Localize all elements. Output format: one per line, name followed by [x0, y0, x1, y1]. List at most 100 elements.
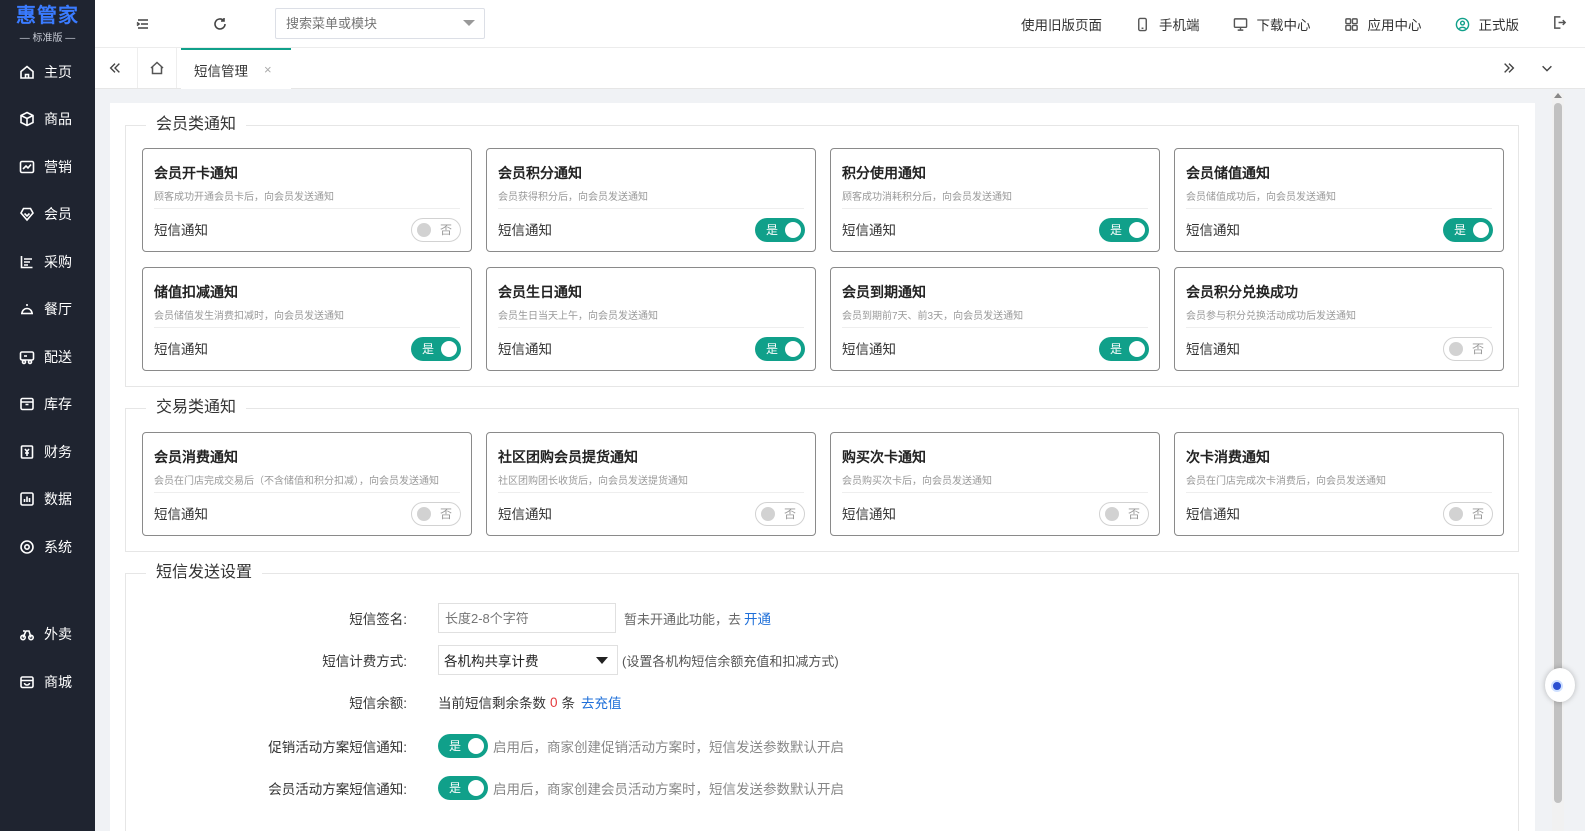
sidebar-item-system[interactable]: 系统 — [0, 523, 95, 571]
card-title: 会员开卡通知 — [154, 165, 238, 181]
promo-label: 促销活动方案短信通知: — [268, 740, 407, 755]
billing-control: 各机构共享计费 (设置各机构短信余额充值和扣减方式) — [438, 645, 839, 675]
card-title: 会员到期通知 — [842, 284, 926, 300]
sidebar-item-purchase[interactable]: 采购 — [0, 238, 95, 286]
scroll-up-arrow-icon[interactable] — [1554, 93, 1562, 98]
user-avatar-icon — [1455, 17, 1469, 31]
vertical-scrollbar[interactable] — [1552, 93, 1564, 831]
app-center-link[interactable]: 应用中心 — [1344, 14, 1422, 34]
finance-icon — [19, 444, 35, 460]
section-title: 会员类通知 — [156, 116, 237, 133]
sidebar-item-marketing[interactable]: 营销 — [0, 143, 95, 191]
notify-card: 会员储值通知 会员储值成功后，向会员发送通知 短信通知 是 — [1174, 148, 1504, 252]
sms-toggle[interactable]: 否 — [1443, 502, 1493, 526]
user-menu[interactable]: 正式版 — [1455, 14, 1519, 34]
card-divider — [1186, 327, 1492, 328]
sidebar-item-finance[interactable]: 财务 — [0, 428, 95, 476]
sidebar-item-takeout[interactable]: 外卖 — [0, 611, 95, 659]
card-divider — [842, 492, 1148, 493]
logo[interactable]: 惠管家 — 标准版 — — [0, 0, 95, 48]
sms-toggle[interactable]: 是 — [1443, 218, 1493, 242]
card-label: 短信通知 — [842, 223, 896, 238]
sms-toggle[interactable]: 否 — [411, 502, 461, 526]
logout-icon — [1554, 16, 1567, 29]
toggle-knob — [441, 341, 457, 357]
card-divider — [154, 492, 460, 493]
member-activity-sms-toggle[interactable]: 是 — [438, 776, 488, 800]
sms-toggle[interactable]: 否 — [411, 218, 461, 242]
billing-select[interactable]: 各机构共享计费 — [438, 645, 618, 675]
menu-toggle-icon[interactable] — [133, 14, 153, 34]
download-center-link[interactable]: 下载中心 — [1233, 14, 1311, 34]
old-version-link[interactable]: 使用旧版页面 — [1021, 14, 1102, 34]
sidebar-item-mall[interactable]: 商城 — [0, 658, 95, 706]
logout-button[interactable] — [1552, 15, 1567, 33]
balance-control: 当前短信剩余条数 0 条 去充值 — [438, 692, 622, 712]
toggle-knob — [1129, 341, 1145, 357]
card-divider — [498, 208, 804, 209]
activate-link[interactable]: 开通 — [744, 608, 771, 628]
sidebar-item-label: 数据 — [44, 491, 72, 508]
sidebar-item-data[interactable]: 数据 — [0, 476, 95, 524]
sidebar-item-home[interactable]: 主页 — [0, 48, 95, 96]
recharge-link[interactable]: 去充值 — [581, 692, 622, 712]
mobile-link[interactable]: 手机端 — [1135, 14, 1200, 34]
toggle-knob — [785, 341, 801, 357]
toggle-knob — [1129, 222, 1145, 238]
sidebar-item-goods[interactable]: 商品 — [0, 96, 95, 144]
sms-toggle[interactable]: 否 — [1099, 502, 1149, 526]
card-divider — [1186, 208, 1492, 209]
card-divider — [1186, 492, 1492, 493]
toggle-knob — [785, 222, 801, 238]
search-dropdown-arrow-icon[interactable] — [463, 20, 475, 26]
purchase-icon — [19, 254, 35, 270]
card-description: 会员参与积分兑换活动成功后发送通知 — [1186, 311, 1356, 322]
sms-toggle[interactable]: 是 — [1099, 218, 1149, 242]
sms-toggle[interactable]: 是 — [755, 218, 805, 242]
sms-toggle[interactable]: 是 — [411, 337, 461, 361]
card-title: 社区团购会员提货通知 — [498, 449, 638, 465]
top-bar: 使用旧版页面 手机端 下载中心 应用中心 正式版 — [95, 0, 1585, 48]
tab-home[interactable] — [137, 48, 177, 88]
notify-card: 购买次卡通知 会员购买次卡后，向会员发送通知 短信通知 否 — [830, 432, 1160, 536]
close-icon[interactable]: × — [264, 62, 272, 77]
sidebar-item-member[interactable]: 会员 — [0, 191, 95, 239]
sidebar-item-label: 商城 — [44, 673, 72, 690]
tabs-scroll-left-icon[interactable] — [95, 48, 135, 88]
refresh-icon[interactable] — [210, 14, 230, 34]
top-links: 使用旧版页面 手机端 下载中心 应用中心 正式版 — [1021, 0, 1585, 48]
chart-icon — [19, 159, 35, 175]
sms-toggle[interactable]: 否 — [755, 502, 805, 526]
tabs-menu-chevron-down-icon[interactable] — [1527, 48, 1567, 88]
sidebar-item-delivery[interactable]: 配送 — [0, 333, 95, 381]
inventory-icon — [19, 396, 35, 412]
dining-icon — [19, 301, 35, 317]
promo-sms-toggle[interactable]: 是 — [438, 734, 488, 758]
card-title: 储值扣减通知 — [154, 284, 238, 300]
sms-toggle[interactable]: 是 — [755, 337, 805, 361]
promo-control: 是 启用后，商家创建促销活动方案时，短信发送参数默认开启 — [438, 734, 844, 758]
box-icon — [19, 111, 35, 127]
card-description: 会员储值发生消费扣减时，向会员发送通知 — [154, 311, 344, 322]
signature-input[interactable] — [438, 603, 616, 633]
toggle-knob — [1105, 507, 1119, 521]
card-title: 积分使用通知 — [842, 165, 926, 181]
notify-card: 积分使用通知 顾客成功消耗积分后，向会员发送通知 短信通知 是 — [830, 148, 1160, 252]
search-input[interactable] — [275, 8, 485, 39]
dropdown-arrow-icon — [596, 657, 608, 664]
sidebar-item-restaurant[interactable]: 餐厅 — [0, 286, 95, 334]
sidebar-item-inventory[interactable]: 库存 — [0, 381, 95, 429]
notify-card: 会员消费通知 会员在门店完成交易后（不含储值和积分扣减），向会员发送通知 短信通知 否 — [142, 432, 472, 536]
sms-toggle[interactable]: 是 — [1099, 337, 1149, 361]
delivery-icon — [19, 349, 35, 365]
tabs-scroll-right-icon[interactable] — [1489, 48, 1529, 88]
toggle-knob — [1473, 222, 1489, 238]
sidebar-item-label: 商品 — [44, 111, 72, 128]
tab-sms-management[interactable]: 短信管理 × — [181, 48, 291, 89]
section-title: 短信发送设置 — [156, 564, 253, 581]
floating-assistant-button[interactable] — [1545, 668, 1575, 702]
sms-toggle[interactable]: 否 — [1443, 337, 1493, 361]
sidebar-item-label: 餐厅 — [44, 301, 72, 318]
card-divider — [154, 327, 460, 328]
card-label: 短信通知 — [154, 223, 208, 238]
